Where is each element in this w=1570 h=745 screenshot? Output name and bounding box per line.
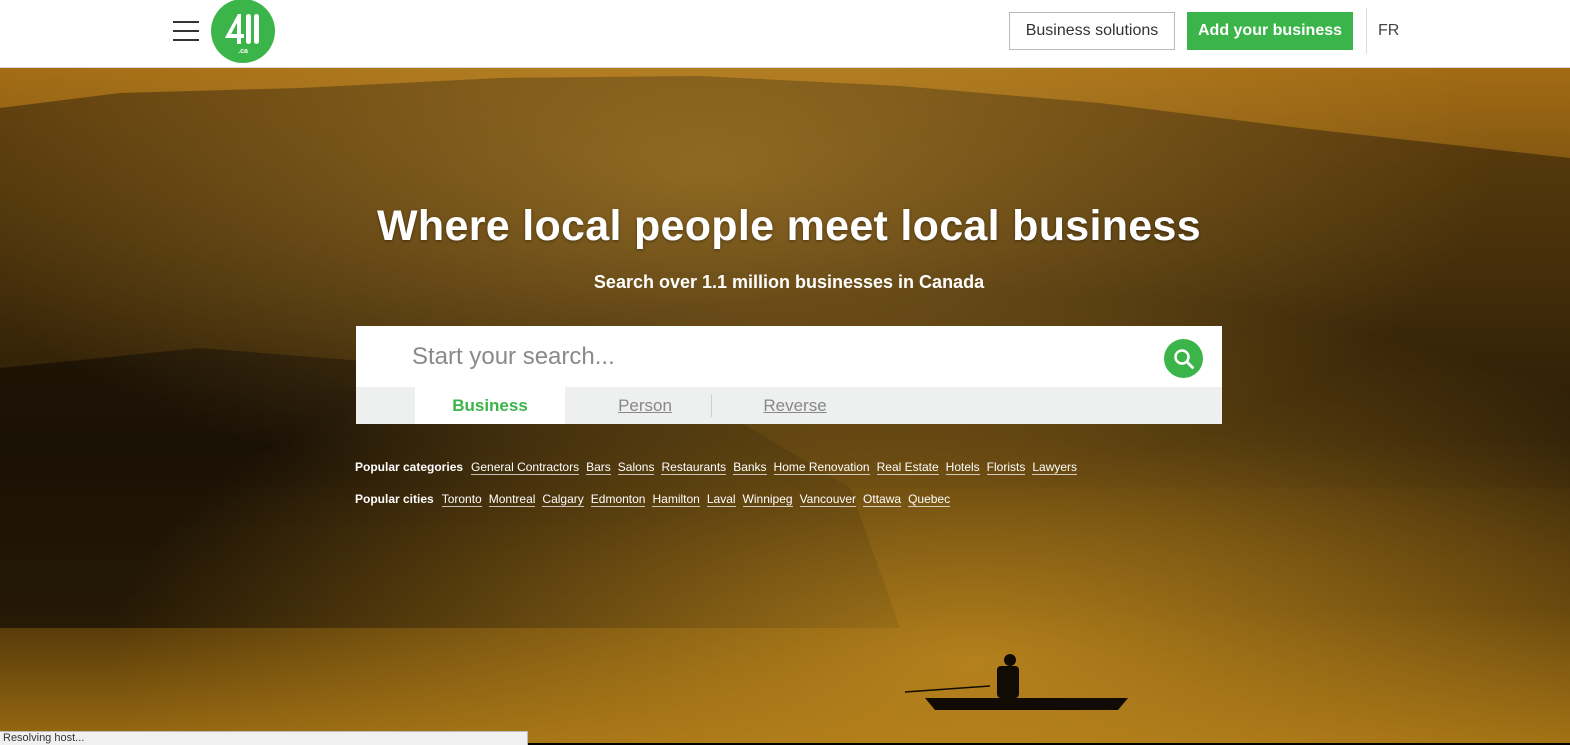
category-link[interactable]: General Contractors bbox=[471, 460, 580, 475]
category-link[interactable]: Restaurants bbox=[661, 460, 727, 475]
category-link[interactable]: Real Estate bbox=[876, 460, 939, 475]
category-link[interactable]: Home Renovation bbox=[773, 460, 870, 475]
411-logo[interactable]: .ca bbox=[211, 0, 275, 64]
hamburger-menu-icon[interactable] bbox=[173, 21, 199, 42]
category-link[interactable]: Lawyers bbox=[1032, 460, 1078, 475]
popular-cities-label: Popular cities bbox=[355, 492, 434, 506]
tab-business[interactable]: Business bbox=[415, 387, 565, 424]
city-link[interactable]: Hamilton bbox=[652, 492, 700, 507]
popular-cities-row: Popular cities Toronto Montreal Calgary … bbox=[355, 489, 957, 509]
hero-headline: Where local people meet local business bbox=[377, 202, 1201, 250]
tab-person[interactable]: Person bbox=[570, 387, 720, 424]
city-link[interactable]: Winnipeg bbox=[742, 492, 793, 507]
category-link[interactable]: Salons bbox=[617, 460, 655, 475]
business-solutions-button[interactable]: Business solutions bbox=[1009, 12, 1175, 50]
popular-categories-row: Popular categories General Contractors B… bbox=[355, 457, 1084, 477]
category-link[interactable]: Florists bbox=[986, 460, 1026, 475]
search-type-tabs: Business Person Reverse bbox=[356, 387, 1222, 424]
city-link[interactable]: Montreal bbox=[488, 492, 536, 507]
tab-reverse[interactable]: Reverse bbox=[720, 387, 870, 424]
search-input[interactable] bbox=[410, 336, 1154, 378]
city-link[interactable]: Vancouver bbox=[799, 492, 857, 507]
hero-subline: Search over 1.1 million businesses in Ca… bbox=[593, 272, 985, 292]
411-logo-icon: .ca bbox=[211, 0, 275, 63]
tab-divider bbox=[711, 394, 712, 417]
city-link[interactable]: Quebec bbox=[908, 492, 951, 507]
city-link[interactable]: Toronto bbox=[441, 492, 482, 507]
popular-categories-label: Popular categories bbox=[355, 460, 464, 474]
search-box bbox=[356, 326, 1222, 387]
search-button[interactable] bbox=[1164, 339, 1203, 378]
header-divider bbox=[1366, 8, 1367, 54]
category-link[interactable]: Bars bbox=[586, 460, 611, 475]
category-link[interactable]: Banks bbox=[733, 460, 767, 475]
svg-text:.ca: .ca bbox=[238, 48, 248, 55]
hero-section: Where local people meet local business S… bbox=[0, 68, 1570, 743]
top-header: .ca Business solutions Add your business… bbox=[0, 0, 1570, 68]
search-icon bbox=[1173, 348, 1194, 369]
language-toggle-link[interactable]: FR bbox=[1378, 22, 1399, 40]
city-link[interactable]: Edmonton bbox=[590, 492, 646, 507]
city-link[interactable]: Laval bbox=[706, 492, 736, 507]
city-link[interactable]: Ottawa bbox=[863, 492, 902, 507]
add-your-business-button[interactable]: Add your business bbox=[1187, 12, 1353, 50]
category-link[interactable]: Hotels bbox=[945, 460, 980, 475]
city-link[interactable]: Calgary bbox=[542, 492, 584, 507]
